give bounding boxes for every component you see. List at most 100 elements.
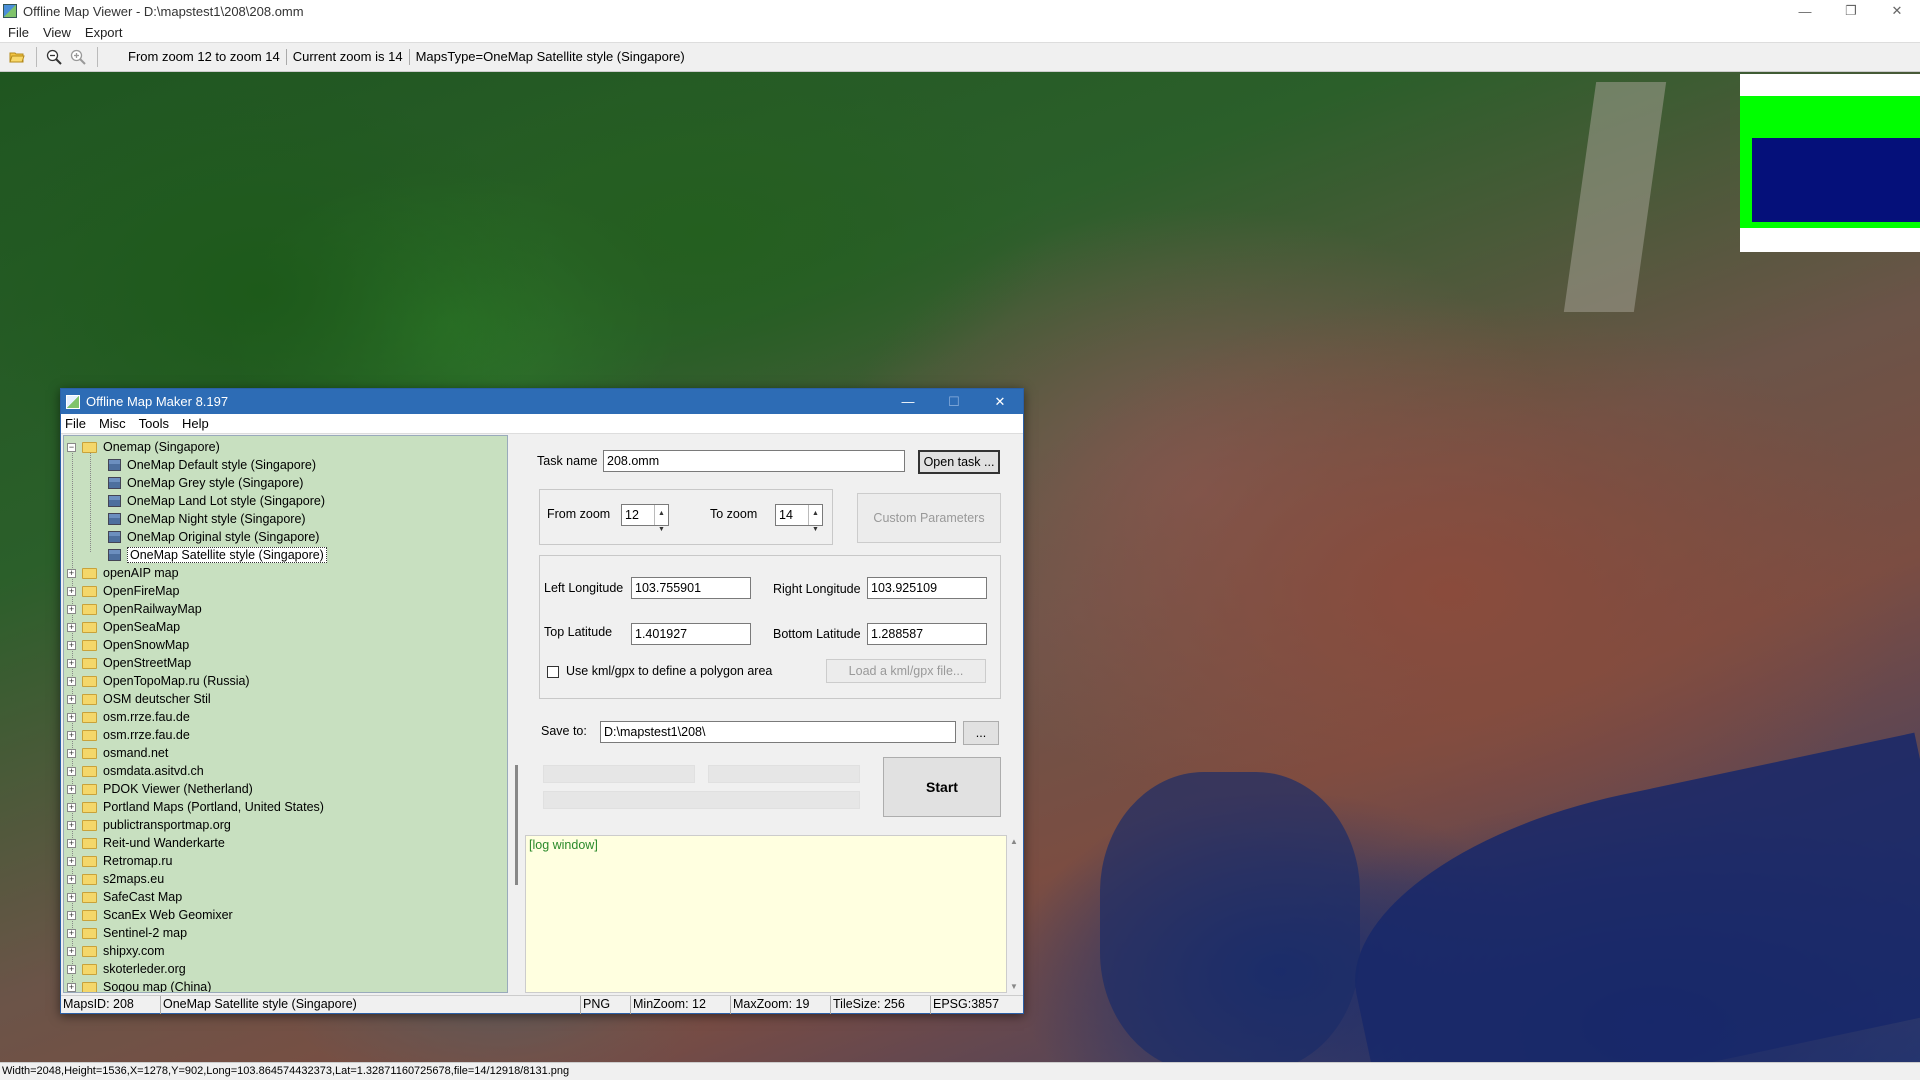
dialog-menu-help[interactable]: Help <box>182 416 209 431</box>
folder-open-icon[interactable] <box>6 46 28 68</box>
tree-folder[interactable]: + s2maps.eu <box>67 870 164 888</box>
left-longitude-input[interactable]: 103.755901 <box>631 577 751 599</box>
folder-icon <box>82 585 97 597</box>
save-to-input[interactable]: D:\mapstest1\208\ <box>600 721 956 743</box>
tree-folder[interactable]: + SafeCast Map <box>67 888 182 906</box>
tree-folder-onemap[interactable]: − Onemap (Singapore) <box>67 438 220 456</box>
expand-icon[interactable]: + <box>67 730 76 740</box>
expand-icon[interactable]: + <box>67 658 76 668</box>
tree-item-onemap-original[interactable]: OneMap Original style (Singapore) <box>108 528 319 546</box>
tree-folder[interactable]: + OSM deutscher Stil <box>67 690 211 708</box>
expand-icon[interactable]: + <box>67 874 76 884</box>
tree-item-onemap-landlot[interactable]: OneMap Land Lot style (Singapore) <box>108 492 325 510</box>
map-layer-icon <box>108 495 121 507</box>
expand-icon[interactable]: + <box>67 766 76 776</box>
zoom-in-icon[interactable] <box>67 46 89 68</box>
expand-icon[interactable]: + <box>67 640 76 650</box>
tree-item-onemap-night[interactable]: OneMap Night style (Singapore) <box>108 510 306 528</box>
dialog-menu-tools[interactable]: Tools <box>139 416 169 431</box>
spinner-arrows-icon[interactable]: ▲ ▼ <box>808 505 822 533</box>
expand-icon[interactable]: + <box>67 586 76 596</box>
tree-folder[interactable]: + osm.rrze.fau.de <box>67 708 190 726</box>
tree-item-label: osm.rrze.fau.de <box>103 728 190 742</box>
close-button[interactable]: ✕ <box>1874 0 1920 22</box>
main-toolbar: From zoom 12 to zoom 14 Current zoom is … <box>0 42 1920 72</box>
dialog-close-button[interactable]: ✕ <box>977 389 1023 414</box>
menu-file[interactable]: File <box>8 25 29 40</box>
expand-icon[interactable]: + <box>67 856 76 866</box>
tree-folder[interactable]: + osm.rrze.fau.de <box>67 726 190 744</box>
dialog-menu-file[interactable]: File <box>65 416 86 431</box>
tree-folder[interactable]: + PDOK Viewer (Netherland) <box>67 780 253 798</box>
overview-minimap[interactable] <box>1740 74 1920 252</box>
expand-icon[interactable]: + <box>67 748 76 758</box>
menu-view[interactable]: View <box>43 25 71 40</box>
dialog-minimize-button[interactable]: — <box>885 389 931 414</box>
scroll-down-icon[interactable]: ▼ <box>1010 982 1018 991</box>
tree-item-label: publictransportmap.org <box>103 818 231 832</box>
task-name-input[interactable]: 208.omm <box>603 450 905 472</box>
tree-folder[interactable]: + Sogou map (China) <box>67 978 211 992</box>
expand-icon[interactable]: + <box>67 928 76 938</box>
expand-icon[interactable]: + <box>67 892 76 902</box>
open-task-button[interactable]: Open task ... <box>918 450 1000 474</box>
expand-icon[interactable]: + <box>67 784 76 794</box>
start-button[interactable]: Start <box>883 757 1001 817</box>
tree-folder[interactable]: + OpenTopoMap.ru (Russia) <box>67 672 250 690</box>
log-scrollbar[interactable]: ▲ ▼ <box>1007 835 1021 993</box>
expand-icon[interactable]: + <box>67 964 76 974</box>
tree-folder[interactable]: + OpenSnowMap <box>67 636 189 654</box>
expand-icon[interactable]: + <box>67 712 76 722</box>
tree-scroll-thumb[interactable] <box>515 765 518 885</box>
tree-folder[interactable]: + Portland Maps (Portland, United States) <box>67 798 324 816</box>
bottom-latitude-input[interactable]: 1.288587 <box>867 623 987 645</box>
spinner-arrows-icon[interactable]: ▲ ▼ <box>654 505 668 533</box>
tree-folder[interactable]: + OpenSeaMap <box>67 618 180 636</box>
map-source-tree[interactable]: − Onemap (Singapore) OneMap Default styl… <box>63 435 508 993</box>
tree-scrollbar[interactable] <box>510 435 524 993</box>
tree-folder[interactable]: + OpenFireMap <box>67 582 179 600</box>
tree-folder[interactable]: + ScanEx Web Geomixer <box>67 906 233 924</box>
browse-button[interactable]: ... <box>963 721 999 745</box>
expand-icon[interactable]: + <box>67 568 76 578</box>
top-latitude-input[interactable]: 1.401927 <box>631 623 751 645</box>
from-zoom-spinner[interactable]: 12 ▲ ▼ <box>621 504 669 533</box>
expand-icon[interactable]: + <box>67 694 76 704</box>
dialog-menu-misc[interactable]: Misc <box>99 416 126 431</box>
tree-folder[interactable]: + Reit-und Wanderkarte <box>67 834 225 852</box>
tree-folder[interactable]: + publictransportmap.org <box>67 816 231 834</box>
menu-export[interactable]: Export <box>85 25 123 40</box>
kml-polygon-checkbox[interactable] <box>547 666 559 678</box>
expand-icon[interactable]: + <box>67 604 76 614</box>
collapse-icon[interactable]: − <box>67 442 76 452</box>
overview-viewport[interactable] <box>1752 138 1920 222</box>
tree-folder[interactable]: + shipxy.com <box>67 942 165 960</box>
restore-button[interactable]: ❐ <box>1828 0 1874 22</box>
dialog-titlebar[interactable]: Offline Map Maker 8.197 — ☐ ✕ <box>61 389 1023 414</box>
expand-icon[interactable]: + <box>67 802 76 812</box>
tree-item-onemap-satellite[interactable]: OneMap Satellite style (Singapore) <box>108 546 327 564</box>
expand-icon[interactable]: + <box>67 982 76 992</box>
tree-folder[interactable]: + osmdata.asitvd.ch <box>67 762 204 780</box>
tree-item-onemap-grey[interactable]: OneMap Grey style (Singapore) <box>108 474 303 492</box>
expand-icon[interactable]: + <box>67 946 76 956</box>
expand-icon[interactable]: + <box>67 910 76 920</box>
tree-folder[interactable]: + Retromap.ru <box>67 852 172 870</box>
right-longitude-input[interactable]: 103.925109 <box>867 577 987 599</box>
expand-icon[interactable]: + <box>67 622 76 632</box>
log-window[interactable]: [log window] <box>525 835 1007 993</box>
minimize-button[interactable]: — <box>1782 0 1828 22</box>
expand-icon[interactable]: + <box>67 838 76 848</box>
scroll-up-icon[interactable]: ▲ <box>1010 837 1018 846</box>
zoom-out-icon[interactable] <box>43 46 65 68</box>
tree-folder[interactable]: + Sentinel-2 map <box>67 924 187 942</box>
tree-item-onemap-default[interactable]: OneMap Default style (Singapore) <box>108 456 316 474</box>
tree-folder[interactable]: + OpenRailwayMap <box>67 600 202 618</box>
to-zoom-spinner[interactable]: 14 ▲ ▼ <box>775 504 823 533</box>
tree-folder[interactable]: + osmand.net <box>67 744 168 762</box>
expand-icon[interactable]: + <box>67 676 76 686</box>
tree-folder[interactable]: + skoterleder.org <box>67 960 186 978</box>
expand-icon[interactable]: + <box>67 820 76 830</box>
tree-folder[interactable]: + OpenStreetMap <box>67 654 191 672</box>
tree-folder[interactable]: + openAIP map <box>67 564 179 582</box>
